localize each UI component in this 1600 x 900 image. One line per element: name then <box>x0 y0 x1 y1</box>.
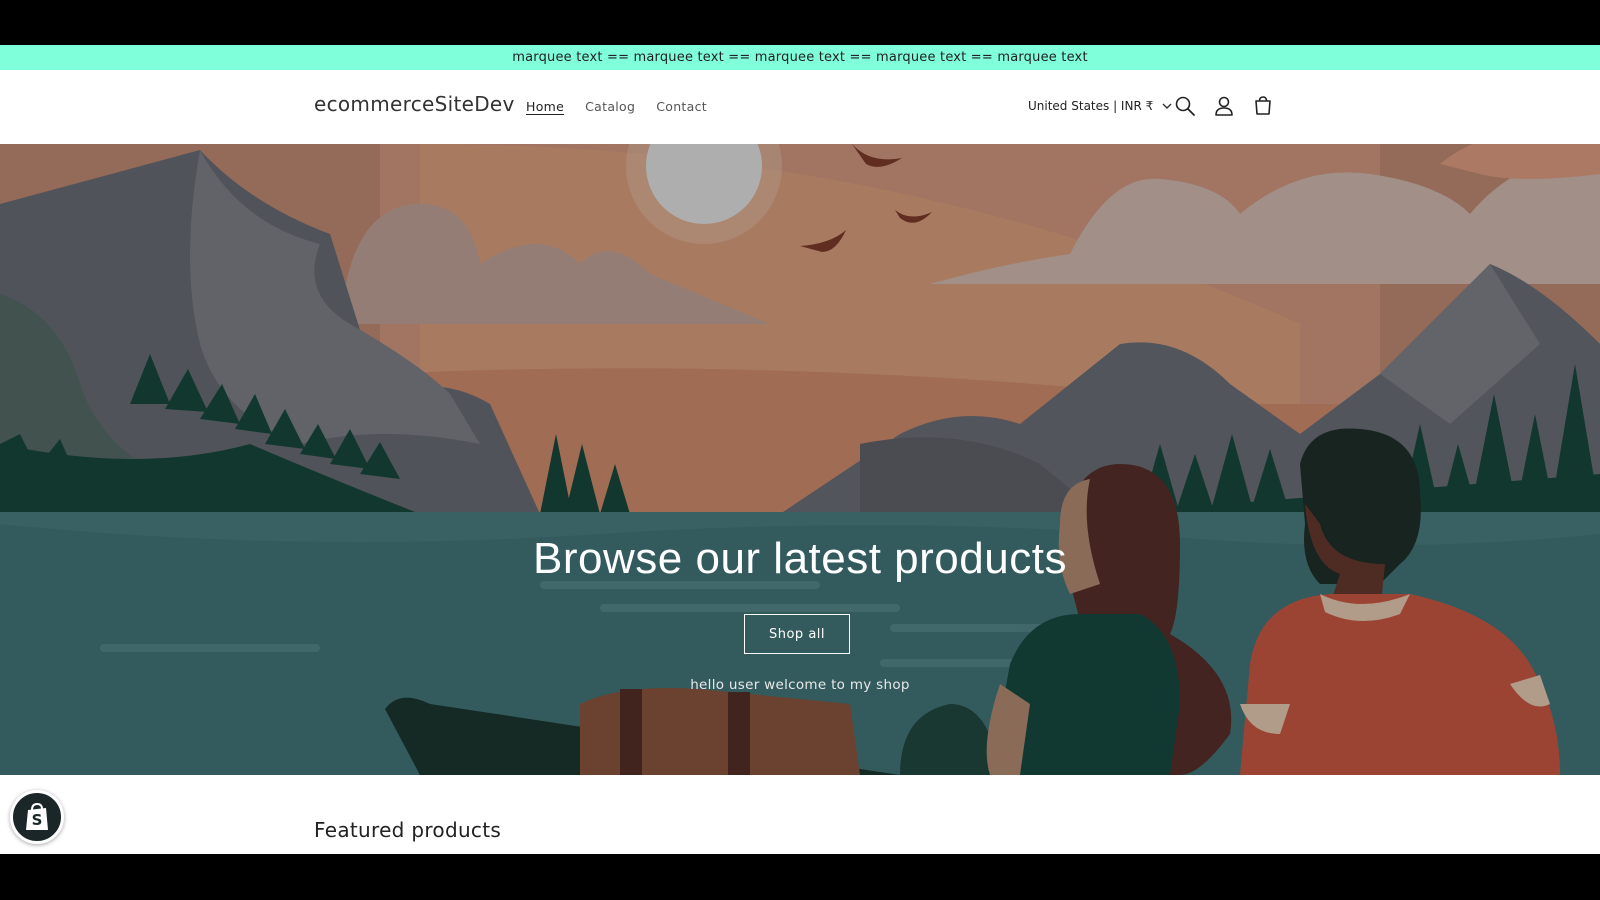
search-icon[interactable] <box>1174 95 1196 117</box>
featured-products-heading: Featured products <box>314 818 502 842</box>
account-icon[interactable] <box>1213 95 1235 117</box>
screen-frame: marquee text == marquee text == marquee … <box>0 0 1600 900</box>
shopify-bag-button[interactable]: S <box>10 790 64 844</box>
hero-title: Browse our latest products <box>533 534 1067 583</box>
country-selector[interactable]: United States | INR ₹ <box>1028 99 1172 113</box>
shop-all-button[interactable]: Shop all <box>744 614 850 654</box>
hero-content: Browse our latest products Shop all hell… <box>0 144 1600 775</box>
svg-text:S: S <box>32 811 43 829</box>
site-header: ecommerceSiteDev Home Catalog Contact Un… <box>0 70 1600 144</box>
browser-viewport: marquee text == marquee text == marquee … <box>0 45 1600 854</box>
hero-subtitle: hello user welcome to my shop <box>690 677 910 693</box>
main-nav: Home Catalog Contact <box>526 99 707 114</box>
nav-catalog[interactable]: Catalog <box>585 99 635 114</box>
announcement-text: marquee text == marquee text == marquee … <box>512 50 1088 65</box>
country-selector-label: United States | INR ₹ <box>1028 99 1154 113</box>
site-logo[interactable]: ecommerceSiteDev <box>314 92 515 116</box>
nav-contact[interactable]: Contact <box>656 99 707 114</box>
nav-home[interactable]: Home <box>526 99 564 114</box>
hero-banner: Browse our latest products Shop all hell… <box>0 144 1600 775</box>
shopify-bag-icon: S <box>26 802 48 830</box>
announcement-bar: marquee text == marquee text == marquee … <box>0 45 1600 70</box>
chevron-down-icon <box>1162 103 1172 109</box>
cart-icon[interactable] <box>1252 95 1274 117</box>
